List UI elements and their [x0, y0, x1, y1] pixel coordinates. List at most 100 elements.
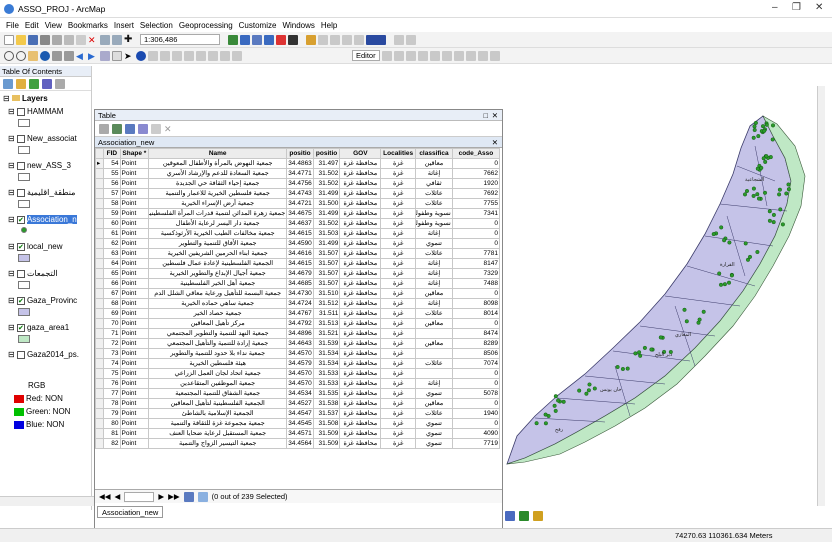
table-cell[interactable]: 0	[451, 288, 501, 299]
record-number-input[interactable]	[124, 491, 155, 502]
association-point[interactable]	[620, 367, 625, 372]
table-cell[interactable]: محافظة غزة	[339, 168, 382, 179]
report-icon[interactable]	[394, 34, 404, 45]
table-cell[interactable]: محافظة غزة	[339, 178, 382, 189]
table-cell[interactable]: 34.4590	[286, 238, 314, 249]
row-selector[interactable]	[95, 438, 105, 449]
table-cell[interactable]: 59	[103, 208, 121, 219]
row-selector[interactable]	[95, 328, 105, 339]
table-cell[interactable]: غزة	[380, 198, 417, 209]
association-point[interactable]	[534, 421, 539, 426]
add-data-icon[interactable]: ✚	[124, 34, 134, 45]
table-cell[interactable]: محافظة غزة	[339, 198, 382, 209]
table-cell[interactable]: إغاثة	[415, 168, 453, 179]
row-selector[interactable]	[95, 238, 105, 249]
table-cell[interactable]: محافظة غزة	[339, 378, 382, 389]
table-cell[interactable]: جمعية ابناء الحرمين الشريفين الخيرية	[148, 248, 288, 259]
table-cell[interactable]: 8506	[451, 348, 501, 359]
table-row[interactable]: 81 Point جمعية المستقبل لرعاية ضحايا العنف…	[95, 428, 501, 439]
table-cell[interactable]: إغاثة	[415, 298, 453, 309]
collapse-icon[interactable]: ⊟	[3, 94, 12, 103]
table-cell[interactable]: 31.510	[312, 288, 341, 299]
table-cell[interactable]: 0	[451, 368, 501, 379]
undo-icon[interactable]	[100, 34, 110, 45]
table-cell[interactable]: Point	[119, 198, 150, 209]
create-features-icon[interactable]	[489, 50, 500, 61]
association-point[interactable]	[638, 353, 643, 358]
related-tables-icon[interactable]	[112, 123, 122, 134]
copy-icon[interactable]	[64, 34, 74, 45]
table-row[interactable]: 79 Point الجمعية الإسلامية بالشاطئ 34.4547 3…	[95, 408, 501, 419]
table-cell[interactable]: 34.4571	[286, 428, 314, 439]
table-cell[interactable]: 8474	[451, 328, 501, 339]
row-selector[interactable]	[95, 378, 105, 389]
table-row[interactable]: 71 Point جمعية النهد للتنمية والتطوير المج…	[95, 328, 501, 339]
table-cell[interactable]: 5078	[451, 388, 501, 399]
row-selector[interactable]: ▸	[95, 158, 105, 169]
association-point[interactable]	[771, 220, 776, 225]
table-cell[interactable]: تنموي	[415, 388, 453, 399]
table-cell[interactable]: 0	[451, 218, 501, 229]
association-point[interactable]	[762, 128, 767, 133]
table-cell[interactable]: محافظة غزة	[339, 258, 382, 269]
table-cell[interactable]: 69	[103, 308, 121, 319]
association-point[interactable]	[780, 222, 785, 227]
toc-layer-8[interactable]: ⊟ ✔ gaza_area1	[8, 323, 92, 332]
full-extent-icon[interactable]	[40, 50, 50, 61]
clear-selection-icon[interactable]	[112, 50, 122, 61]
table-row[interactable]: 60 Point جمعية دار اليسر لرعاية الأطفال 34.…	[95, 218, 501, 229]
table-cell[interactable]: غزة	[380, 378, 417, 389]
hyperlink-icon[interactable]	[148, 50, 158, 61]
table-cell[interactable]: 64	[103, 258, 121, 269]
table-cell[interactable]: محافظة غزة	[339, 358, 382, 369]
row-selector[interactable]	[95, 248, 105, 259]
association-point[interactable]	[756, 134, 761, 139]
toc-layer-2[interactable]: ⊟ new_ASS_3	[8, 161, 92, 170]
table-cell[interactable]: محافظة غزة	[339, 338, 382, 349]
table-cell[interactable]: 0	[451, 238, 501, 249]
table-row[interactable]: 82 Point جمعية التيسير الزواج والتنمية 34.4…	[95, 438, 501, 449]
table-cell[interactable]: محافظة غزة	[339, 328, 382, 339]
table-tab-association-new[interactable]: Association_new	[97, 506, 164, 518]
table-cell[interactable]: غزة	[380, 358, 417, 369]
table-cell[interactable]: 31.509	[312, 438, 341, 449]
expand-icon[interactable]: ⊟	[8, 269, 17, 278]
table-row[interactable]: 61 Point جمعية مخالفات الطيب الخيرية الأرث…	[95, 228, 501, 239]
column-header-3[interactable]: positio	[286, 148, 314, 159]
table-cell[interactable]: 34.4570	[286, 348, 314, 359]
table-cell[interactable]: غزة	[380, 238, 417, 249]
table-row[interactable]: 75 Point جمعية اتحاد لجان العمل الزراعي 34.…	[95, 368, 501, 379]
table-cell[interactable]: جمعية التيسير الزواج والتنمية	[148, 438, 288, 449]
layer-visibility-checkbox[interactable]: ✔	[16, 296, 25, 305]
back-extent-icon[interactable]: ◀	[76, 51, 86, 61]
association-point[interactable]	[744, 188, 749, 193]
table-cell[interactable]: غزة	[380, 338, 417, 349]
association-point[interactable]	[778, 207, 783, 212]
table-cell[interactable]: 65	[103, 268, 121, 279]
table-cell[interactable]: غزة	[380, 308, 417, 319]
rotate-tool-icon[interactable]	[453, 50, 464, 61]
layer-visibility-checkbox[interactable]: ✔	[16, 215, 25, 224]
association-point[interactable]	[751, 193, 756, 198]
table-cell[interactable]: محافظة غزة	[339, 408, 382, 419]
draw-select-icon[interactable]	[505, 511, 515, 521]
association-point[interactable]	[553, 394, 558, 399]
table-options-icon[interactable]	[99, 123, 109, 134]
row-selector[interactable]	[95, 278, 105, 289]
table-cell[interactable]: محافظة غزة	[339, 368, 382, 379]
table-cell[interactable]: إغاثة	[415, 268, 453, 279]
association-point[interactable]	[756, 196, 761, 201]
table-cell[interactable]: 7755	[451, 198, 501, 209]
table-cell[interactable]: 34.4643	[286, 338, 314, 349]
editor-dropdown[interactable]: Editor	[352, 50, 380, 61]
table-cell[interactable]: 31.499	[312, 188, 341, 199]
association-point[interactable]	[763, 159, 768, 164]
layer-symbol-5[interactable]	[18, 254, 30, 262]
table-cell[interactable]: الجمعية الإسلامية بالشاطئ	[148, 408, 288, 419]
show-all-records-icon[interactable]	[183, 491, 194, 502]
expand-icon[interactable]: ⊟	[8, 188, 17, 197]
table-cell[interactable]: Point	[119, 428, 150, 439]
table-cell[interactable]: غزة	[380, 438, 417, 449]
table-cell[interactable]: 70	[103, 318, 121, 329]
table-cell[interactable]: 31.507	[312, 258, 341, 269]
